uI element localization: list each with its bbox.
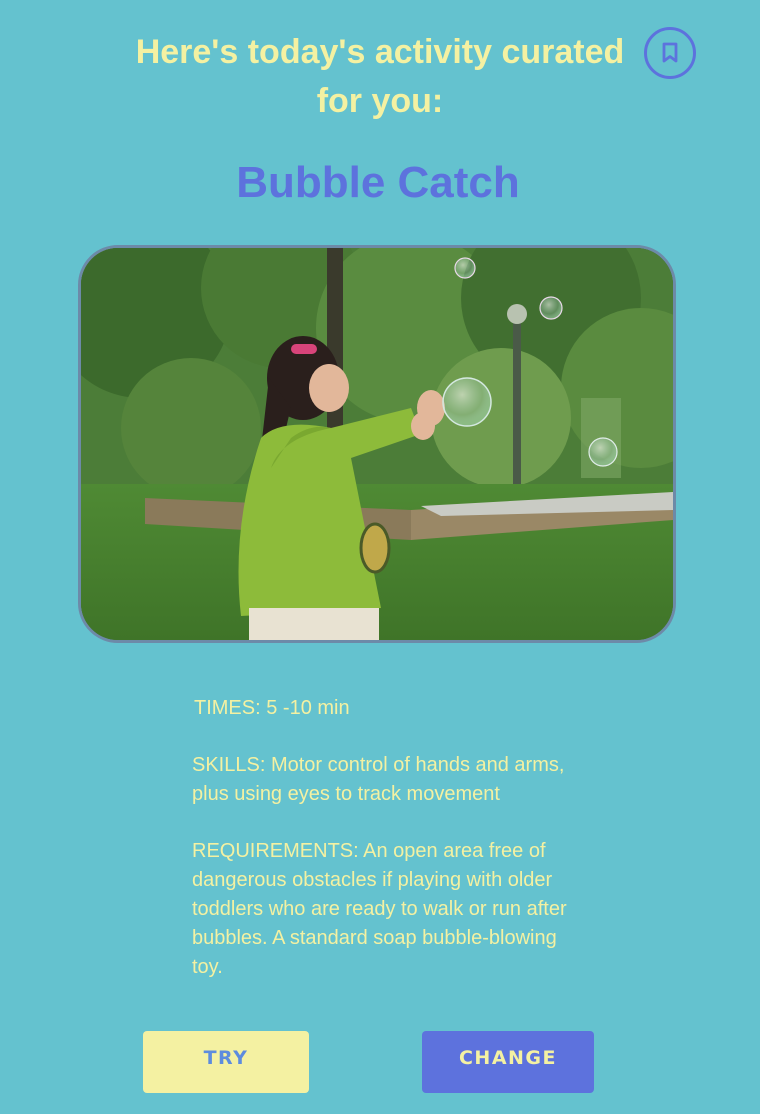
bookmark-icon [662,42,678,63]
try-button[interactable]: TRY [143,1031,309,1093]
times-label: TIMES: [194,697,261,719]
times-row: TIMES: 5 -10 min [194,694,572,723]
skills-label: SKILLS: [192,754,266,776]
times-value: 5 -10 min [266,697,350,719]
page-title: Here's today's activity curated for you: [135,33,625,120]
change-button[interactable]: CHANGE [422,1031,594,1093]
requirements-row: REQUIREMENTS: An open area free of dange… [192,837,572,982]
skills-row: SKILLS: Motor control of hands and arms,… [192,751,572,809]
activity-name: Bubble Catch [236,158,520,207]
activity-image [78,245,676,643]
bookmark-button[interactable] [644,27,696,79]
requirements-label: REQUIREMENTS: [192,840,359,862]
activity-details: TIMES: 5 -10 min SKILLS: Motor control o… [192,694,572,1010]
